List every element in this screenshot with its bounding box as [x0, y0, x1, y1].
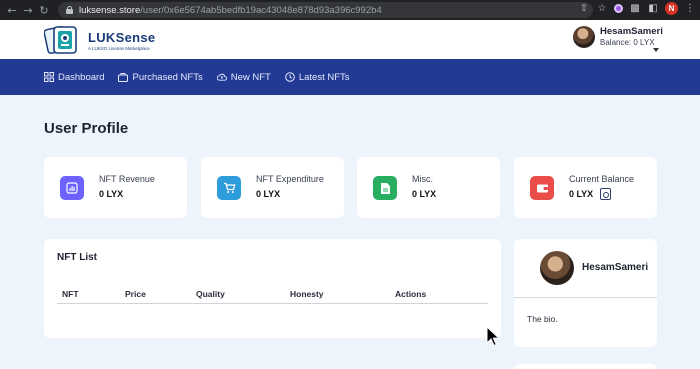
grid-icon: [44, 72, 54, 82]
avatar: [573, 26, 595, 48]
stat-label: NFT Expenditure: [256, 174, 324, 184]
nav-label-new-nft: New NFT: [230, 71, 271, 83]
nav-item-purchased-nfts[interactable]: Purchased NFTs: [118, 71, 203, 83]
nav-item-latest-nfts[interactable]: Latest NFTs: [285, 72, 350, 83]
browser-toolbar: ← → ↻ luksense.store /user/0x6e5674ab5be…: [0, 0, 700, 20]
column-header-actions[interactable]: Actions: [395, 289, 426, 299]
table-divider: [57, 303, 488, 304]
reload-icon[interactable]: ↻: [36, 4, 52, 17]
mouse-cursor-icon: [486, 326, 500, 347]
stat-value: 0 LYX: [256, 189, 281, 199]
bag-icon: [118, 73, 129, 82]
address-bar[interactable]: luksense.store /user/0x6e5674ab5bedfb19a…: [58, 2, 593, 18]
nav-item-dashboard[interactable]: Dashboard: [44, 72, 104, 83]
forward-icon[interactable]: →: [20, 4, 36, 17]
nav-item-new-nft[interactable]: New NFT: [216, 71, 271, 83]
nav-label-latest-nfts: Latest NFTs: [298, 71, 350, 83]
page-title: User Profile: [44, 120, 129, 137]
url-path: /user/0x6e5674ab5bedfb19ac43048e878d93a3…: [140, 4, 382, 16]
column-header-price[interactable]: Price: [125, 289, 146, 299]
nft-list-card: NFT List NFT Price Quality Honesty Actio…: [44, 239, 501, 338]
column-header-honesty[interactable]: Honesty: [290, 289, 324, 299]
stat-card-nft-expenditure: NFT Expenditure 0 LYX: [201, 157, 344, 218]
stat-label: NFT Revenue: [99, 174, 155, 184]
chart-icon: [60, 176, 84, 200]
wallet-icon: [530, 176, 554, 200]
stat-label: Current Balance: [569, 174, 635, 184]
extension-icon[interactable]: [614, 4, 623, 13]
profile-divider: [514, 297, 657, 298]
share-icon[interactable]: ⇧: [578, 3, 590, 14]
profile-avatar: [540, 251, 574, 285]
stat-card-current-balance: Current Balance 0 LYX: [514, 157, 657, 218]
nav-label-purchased-nfts: Purchased NFTs: [132, 71, 203, 83]
logo-tagline: A LUKSO License Marketplace: [88, 45, 150, 51]
app-header: LUKSense A LUKSO License Marketplace Hes…: [0, 20, 700, 59]
stat-card-nft-revenue: NFT Revenue 0 LYX: [44, 157, 187, 218]
column-header-quality[interactable]: Quality: [196, 289, 225, 299]
luksense-logo-icon: [44, 25, 77, 55]
back-icon[interactable]: ←: [4, 4, 20, 17]
file-icon: [373, 176, 397, 200]
logo[interactable]: LUKSense A LUKSO License Marketplace: [44, 24, 155, 56]
profile-card: HesamSameri The bio.: [514, 239, 657, 347]
user-menu[interactable]: HesamSameri Balance: 0 LYX: [573, 26, 663, 52]
clock-icon: [285, 72, 295, 82]
profile-name: HesamSameri: [582, 262, 649, 273]
column-header-nft[interactable]: NFT: [62, 289, 79, 299]
stat-value: 0 LYX: [412, 189, 437, 199]
puzzle-icon[interactable]: ▩: [629, 3, 641, 14]
stat-label: Misc.: [412, 174, 433, 184]
url-host: luksense.store: [79, 4, 141, 16]
user-balance: Balance: 0 LYX: [600, 38, 655, 47]
sidebar-icon[interactable]: ◧: [647, 3, 659, 14]
user-name: HesamSameri: [600, 26, 663, 37]
stat-card-misc: Misc. 0 LYX: [357, 157, 500, 218]
lyx-token-icon[interactable]: [600, 188, 611, 200]
browser-profile-avatar[interactable]: N: [665, 2, 678, 15]
stat-value: 0 LYX: [569, 189, 594, 199]
nft-list-title: NFT List: [57, 252, 97, 263]
cloud-upload-icon: [216, 73, 227, 81]
stat-value: 0 LYX: [99, 189, 124, 199]
lock-icon: [66, 6, 73, 14]
bookmark-star-icon[interactable]: ☆: [596, 3, 608, 14]
secondary-card: [514, 364, 657, 369]
caret-down-icon[interactable]: [653, 48, 659, 52]
nav-label-dashboard: Dashboard: [58, 71, 105, 83]
logo-name: LUKSense: [88, 29, 156, 45]
profile-bio: The bio.: [527, 314, 558, 324]
menu-dots-icon[interactable]: ⋮: [684, 3, 696, 14]
cart-icon: [217, 176, 241, 200]
main-nav: Dashboard Purchased NFTs New NFT Latest …: [0, 59, 700, 95]
